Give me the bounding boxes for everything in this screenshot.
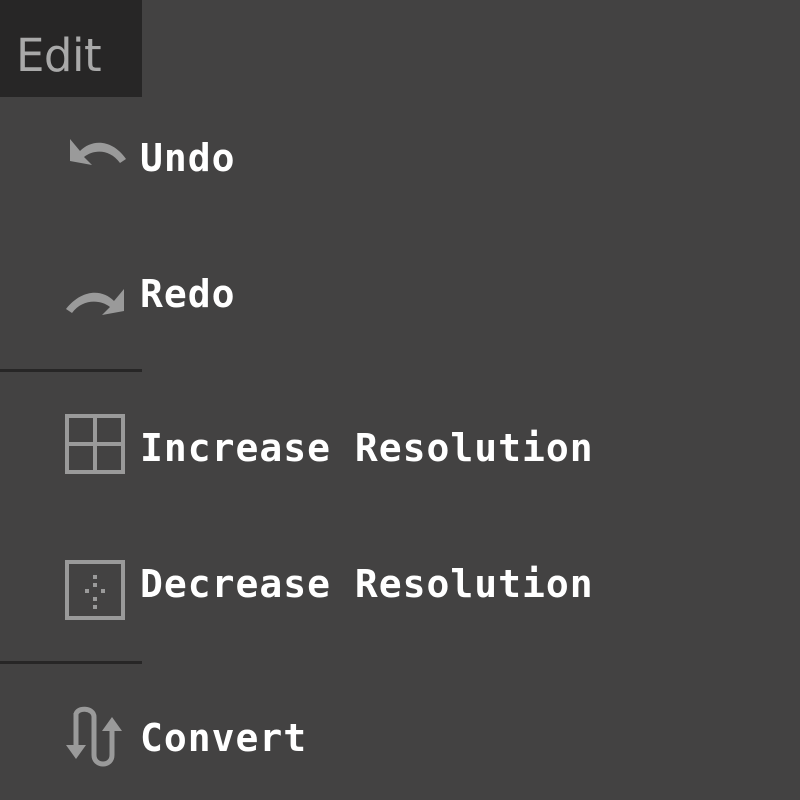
dotted-grid-icon bbox=[62, 557, 128, 623]
menu-item-increase-resolution[interactable]: Increase Resolution bbox=[0, 398, 800, 498]
menu-divider bbox=[0, 369, 142, 372]
menu-item-label: Increase Resolution bbox=[140, 426, 594, 470]
redo-icon bbox=[62, 261, 128, 327]
convert-arrows-icon bbox=[62, 705, 128, 771]
undo-icon bbox=[62, 125, 128, 191]
edit-menu-title: Edit bbox=[16, 29, 102, 82]
menu-item-label: Undo bbox=[140, 136, 236, 180]
menu-divider bbox=[0, 661, 142, 664]
menu-item-label: Convert bbox=[140, 716, 308, 760]
menu-item-decrease-resolution[interactable]: Decrease Resolution bbox=[0, 534, 800, 634]
edit-menu-tab[interactable]: Edit bbox=[0, 0, 142, 97]
menu-item-label: Decrease Resolution bbox=[140, 562, 594, 606]
menu-item-label: Redo bbox=[140, 272, 236, 316]
menu-item-convert[interactable]: Convert bbox=[0, 688, 800, 788]
menu-item-redo[interactable]: Redo bbox=[0, 244, 800, 344]
menu-item-undo[interactable]: Undo bbox=[0, 108, 800, 208]
grid-icon bbox=[62, 411, 128, 477]
